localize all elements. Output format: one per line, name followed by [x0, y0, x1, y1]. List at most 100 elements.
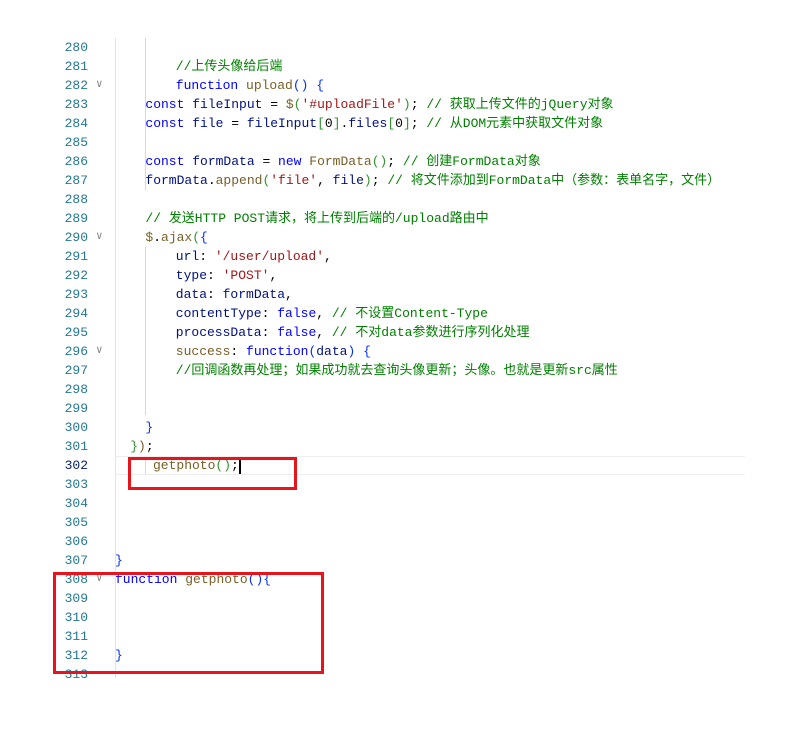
code-token: function: [175, 78, 239, 93]
code-token: FormData: [309, 154, 372, 169]
code-line[interactable]: 306: [0, 532, 788, 551]
code-token: ;: [410, 97, 427, 112]
code-token: [: [317, 116, 325, 131]
line-number: 280: [64, 40, 88, 55]
line-number: 297: [64, 363, 88, 378]
line-number: 293: [64, 287, 88, 302]
code-token: data: [316, 344, 348, 359]
code-token: //上传头像给后端: [175, 59, 283, 74]
code-line[interactable]: 287 formData.append('file', file); // 将文件…: [0, 171, 788, 190]
code-token: // 不设置Content-Type: [331, 306, 488, 321]
code-token: file: [332, 173, 364, 188]
code-token: // 不对data参数进行序列化处理: [331, 325, 530, 340]
line-number: 288: [64, 192, 88, 207]
code-token: formData: [222, 287, 286, 302]
line-number: 284: [64, 116, 88, 131]
code-token: fileInput: [192, 97, 263, 112]
code-text: const file = fileInput[0].files[0]; // 从…: [145, 114, 603, 133]
code-line[interactable]: 291 url: '/user/upload',: [0, 247, 788, 266]
code-token: processData: [175, 325, 262, 340]
code-line[interactable]: 305: [0, 513, 788, 532]
code-token: // 将文件添加到FormData中（参数：表单名字，文件）: [387, 173, 721, 188]
code-token: contentType: [175, 306, 262, 321]
code-token: =: [223, 116, 247, 131]
code-line[interactable]: 307}: [0, 551, 788, 570]
code-token: {: [363, 344, 371, 359]
code-token: ]: [332, 116, 341, 131]
code-token: :: [207, 268, 223, 283]
code-line[interactable]: 295 processData: false, // 不对data参数进行序列化处…: [0, 323, 788, 342]
line-number: 300: [64, 420, 88, 435]
code-token: =: [254, 154, 279, 169]
fold-chevron-icon[interactable]: ∨: [96, 76, 103, 95]
code-token: function: [246, 344, 309, 359]
code-token: ,: [324, 249, 332, 264]
code-token: files: [348, 116, 388, 131]
code-token: :: [207, 287, 223, 302]
code-line[interactable]: 304: [0, 494, 788, 513]
code-line[interactable]: 286 const formData = new FormData(); // 创…: [0, 152, 788, 171]
code-token: '#uploadFile': [301, 97, 403, 112]
line-number: 283: [64, 97, 88, 112]
line-number: 299: [64, 401, 88, 416]
code-token: // 从DOM元素中获取文件对象: [426, 116, 604, 131]
code-text: success: function(data) {: [176, 342, 371, 361]
code-line[interactable]: 282 ∨ function upload() {: [0, 76, 788, 95]
code-token: ,: [285, 287, 293, 302]
line-number: 306: [64, 534, 88, 549]
code-token: success: [175, 344, 231, 359]
code-line[interactable]: 299: [0, 399, 788, 418]
code-token: }: [130, 439, 138, 454]
code-token: 'POST': [222, 268, 270, 283]
code-token: ): [363, 173, 372, 188]
code-token: ;: [371, 173, 388, 188]
code-line[interactable]: 281 //上传头像给后端: [0, 57, 788, 76]
code-token: ,: [269, 268, 278, 283]
code-token: formData: [145, 173, 208, 188]
code-token: }: [145, 420, 154, 435]
code-text: //上传头像给后端: [176, 57, 283, 76]
code-token: ;: [410, 116, 427, 131]
code-token: 0: [324, 116, 333, 131]
code-line[interactable]: 290 ∨ $.ajax({: [0, 228, 788, 247]
code-token: :: [261, 325, 278, 340]
code-line[interactable]: 294 contentType: false, // 不设置Content-Typ…: [0, 304, 788, 323]
code-line[interactable]: 280: [0, 38, 788, 57]
code-token: ;: [387, 154, 403, 169]
code-token: // 发送HTTP POST请求，将上传到后端的/upload路由中: [145, 211, 489, 226]
code-line[interactable]: 292 type: 'POST',: [0, 266, 788, 285]
code-line[interactable]: 296 ∨ success: function(data) {: [0, 342, 788, 361]
code-token: ;: [145, 439, 154, 454]
code-token: :: [261, 306, 278, 321]
code-line[interactable]: 298: [0, 380, 788, 399]
code-text: }: [145, 418, 153, 437]
code-line[interactable]: 289 // 发送HTTP POST请求，将上传到后端的/upload路由中: [0, 209, 788, 228]
code-line[interactable]: 301});: [0, 437, 788, 456]
code-token: const: [145, 97, 185, 112]
code-line[interactable]: 285: [0, 133, 788, 152]
code-text: processData: false, // 不对data参数进行序列化处理: [176, 323, 530, 342]
code-line[interactable]: 284 const file = fileInput[0].files[0]; /…: [0, 114, 788, 133]
code-line[interactable]: 283 const fileInput = $('#uploadFile'); /…: [0, 95, 788, 114]
line-number: 290: [64, 230, 88, 245]
code-text: data: formData,: [176, 285, 293, 304]
fold-chevron-icon[interactable]: ∨: [96, 342, 103, 361]
code-token: (): [371, 154, 388, 169]
code-token: append: [215, 173, 263, 188]
code-token: :: [230, 344, 247, 359]
code-line[interactable]: 300}: [0, 418, 788, 437]
code-line[interactable]: 303: [0, 475, 788, 494]
line-number: 294: [64, 306, 88, 321]
fold-chevron-icon[interactable]: ∨: [96, 228, 103, 247]
line-number: 292: [64, 268, 88, 283]
line-number: 301: [64, 439, 88, 454]
code-line[interactable]: 293 data: formData,: [0, 285, 788, 304]
code-line[interactable]: 288: [0, 190, 788, 209]
code-token: =: [262, 97, 286, 112]
code-token: .: [153, 230, 162, 245]
code-token: {: [316, 78, 325, 93]
line-number: 289: [64, 211, 88, 226]
code-line[interactable]: 297 //回调函数再处理；如果成功就去查询头像更新；头像。也就是更新src属性: [0, 361, 788, 380]
code-text: const formData = new FormData(); // 创建Fo…: [145, 152, 540, 171]
code-token: data: [175, 287, 208, 302]
